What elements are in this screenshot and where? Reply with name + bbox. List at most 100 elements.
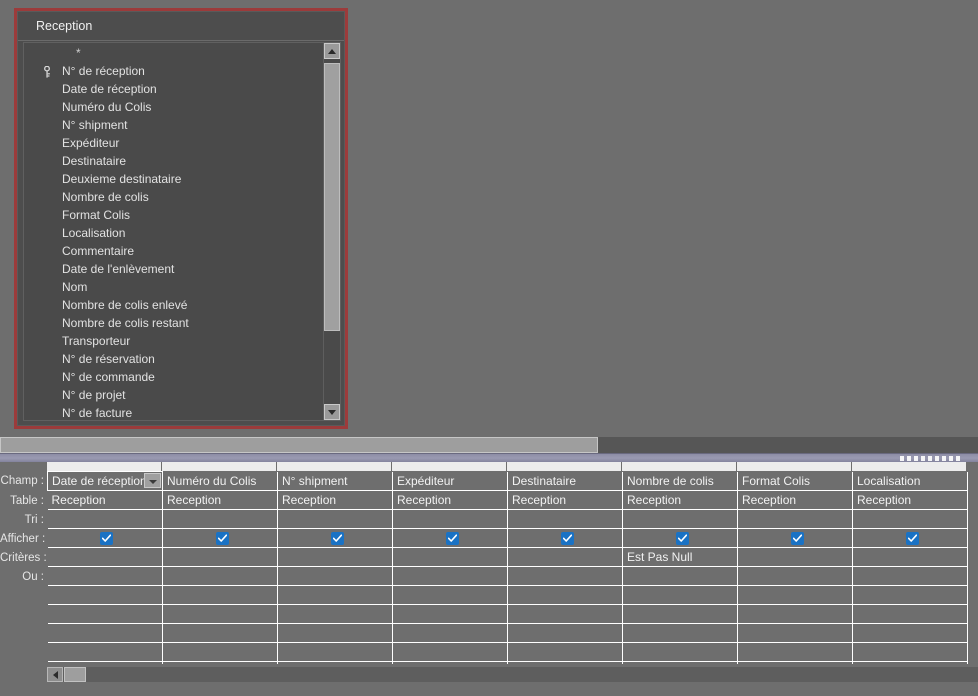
qbe-column-selector-strip[interactable] — [47, 462, 978, 471]
qbe-cell-ou[interactable] — [162, 566, 278, 586]
qbe-cell-afficher[interactable] — [162, 528, 278, 548]
field-list-scroll-thumb[interactable] — [324, 63, 340, 331]
qbe-column-selector[interactable] — [852, 462, 967, 471]
field-list-item[interactable]: Nom — [24, 278, 323, 296]
qbe-cell-champ[interactable]: Destinataire — [507, 471, 623, 491]
diagram-scroll-thumb[interactable] — [0, 437, 598, 453]
diagram-horizontal-scrollbar[interactable] — [0, 437, 978, 453]
qbe-cell-table[interactable]: Reception — [392, 490, 508, 510]
qbe-cell-ou[interactable] — [47, 566, 163, 586]
qbe-column-selector[interactable] — [162, 462, 277, 471]
qbe-cell-empty[interactable] — [392, 585, 508, 605]
checkbox-checked-icon[interactable] — [675, 532, 689, 546]
qbe-cell-empty[interactable] — [47, 642, 163, 662]
field-list-item[interactable]: Transporteur — [24, 332, 323, 350]
qbe-cell-table[interactable]: Reception — [737, 490, 853, 510]
qbe-column-selector[interactable] — [392, 462, 507, 471]
qbe-cell-empty[interactable] — [47, 604, 163, 624]
qbe-cell-empty[interactable] — [277, 623, 393, 643]
checkbox-checked-icon[interactable] — [560, 532, 574, 546]
qbe-cell-empty[interactable] — [622, 623, 738, 643]
qbe-cell-empty[interactable] — [507, 585, 623, 605]
qbe-cell-table[interactable]: Reception — [47, 490, 163, 510]
qbe-cell-criteres[interactable] — [737, 547, 853, 567]
field-list-item[interactable]: Date de réception — [24, 80, 323, 98]
qbe-cell-empty[interactable] — [507, 623, 623, 643]
qbe-cell-empty[interactable] — [47, 585, 163, 605]
qbe-cell-empty[interactable] — [737, 642, 853, 662]
qbe-cell-champ[interactable]: Format Colis — [737, 471, 853, 491]
qbe-cell-criteres[interactable] — [162, 547, 278, 567]
qbe-horizontal-scrollbar[interactable] — [47, 667, 978, 682]
qbe-cell-table[interactable]: Reception — [852, 490, 968, 510]
qbe-cell-ou[interactable] — [852, 566, 968, 586]
qbe-column-selector[interactable] — [737, 462, 852, 471]
qbe-cell-empty[interactable] — [622, 604, 738, 624]
checkbox-checked-icon[interactable] — [790, 532, 804, 546]
table-window-reception[interactable]: Reception * N° de réception Date de récept… — [17, 11, 345, 426]
qbe-grid-pane[interactable]: Champ : Table : Tri : Afficher : Critères : O… — [0, 462, 978, 696]
field-list-item[interactable]: Localisation — [24, 224, 323, 242]
qbe-cell-tri[interactable] — [47, 509, 163, 529]
qbe-cell-empty[interactable] — [852, 623, 968, 643]
checkbox-checked-icon[interactable] — [445, 532, 459, 546]
checkbox-checked-icon[interactable] — [330, 532, 344, 546]
qbe-cell-criteres[interactable] — [392, 547, 508, 567]
qbe-cell-champ[interactable]: N° shipment — [277, 471, 393, 491]
scroll-up-arrow-icon[interactable] — [324, 43, 340, 59]
qbe-cell-empty[interactable] — [737, 585, 853, 605]
qbe-cell-empty[interactable] — [47, 623, 163, 643]
qbe-cell-tri[interactable] — [277, 509, 393, 529]
qbe-cell-afficher[interactable] — [277, 528, 393, 548]
qbe-cell-tri[interactable] — [507, 509, 623, 529]
chevron-down-icon[interactable] — [144, 473, 161, 488]
qbe-cell-table[interactable]: Reception — [507, 490, 623, 510]
qbe-cell-table[interactable]: Reception — [277, 490, 393, 510]
qbe-cell-empty[interactable] — [162, 623, 278, 643]
field-list-item[interactable]: Date de l'enlèvement — [24, 260, 323, 278]
qbe-cell-empty[interactable] — [392, 623, 508, 643]
qbe-cell-empty[interactable] — [737, 604, 853, 624]
qbe-cell-champ[interactable]: Date de réception — [47, 471, 163, 491]
field-list-item-star[interactable]: * — [24, 44, 323, 62]
qbe-cell-empty[interactable] — [507, 642, 623, 662]
scroll-left-arrow-icon[interactable] — [47, 667, 63, 682]
field-list-item[interactable]: Deuxieme destinataire — [24, 170, 323, 188]
qbe-cell-afficher[interactable] — [622, 528, 738, 548]
field-list-vertical-scrollbar[interactable] — [323, 43, 340, 420]
field-list-item[interactable]: N° de réservation — [24, 350, 323, 368]
qbe-cell-empty[interactable] — [162, 604, 278, 624]
field-list-scroll-track[interactable] — [324, 59, 340, 404]
qbe-cell-ou[interactable] — [507, 566, 623, 586]
qbe-cell-champ[interactable]: Expéditeur — [392, 471, 508, 491]
qbe-cell-tri[interactable] — [392, 509, 508, 529]
field-list-item[interactable]: Expéditeur — [24, 134, 323, 152]
qbe-cell-empty[interactable] — [852, 642, 968, 662]
qbe-cell-tri[interactable] — [737, 509, 853, 529]
field-list-item[interactable]: Commentaire — [24, 242, 323, 260]
qbe-cell-afficher[interactable] — [507, 528, 623, 548]
qbe-column-selector[interactable] — [47, 462, 162, 471]
qbe-cell-empty[interactable] — [162, 585, 278, 605]
qbe-cell-champ[interactable]: Nombre de colis — [622, 471, 738, 491]
field-list-item[interactable]: N° de facture — [24, 404, 323, 420]
qbe-cell-tri[interactable] — [162, 509, 278, 529]
field-list-item[interactable]: N° de projet — [24, 386, 323, 404]
checkbox-checked-icon[interactable] — [905, 532, 919, 546]
qbe-cell-tri[interactable] — [622, 509, 738, 529]
qbe-cell-criteres[interactable] — [507, 547, 623, 567]
qbe-cell-afficher[interactable] — [852, 528, 968, 548]
field-list-item[interactable]: Nombre de colis restant — [24, 314, 323, 332]
qbe-cell-criteres[interactable] — [47, 547, 163, 567]
qbe-cell-criteres[interactable] — [277, 547, 393, 567]
field-list[interactable]: * N° de réception Date de réception Numéro … — [23, 42, 341, 421]
qbe-cell-empty[interactable] — [392, 604, 508, 624]
qbe-cell-ou[interactable] — [622, 566, 738, 586]
qbe-cell-empty[interactable] — [162, 642, 278, 662]
qbe-cell-criteres[interactable] — [852, 547, 968, 567]
field-list-item[interactable]: N° de commande — [24, 368, 323, 386]
qbe-cell-empty[interactable] — [392, 642, 508, 662]
qbe-cell-empty[interactable] — [622, 585, 738, 605]
qbe-cell-ou[interactable] — [392, 566, 508, 586]
qbe-cell-criteres[interactable]: Est Pas Null — [622, 547, 738, 567]
